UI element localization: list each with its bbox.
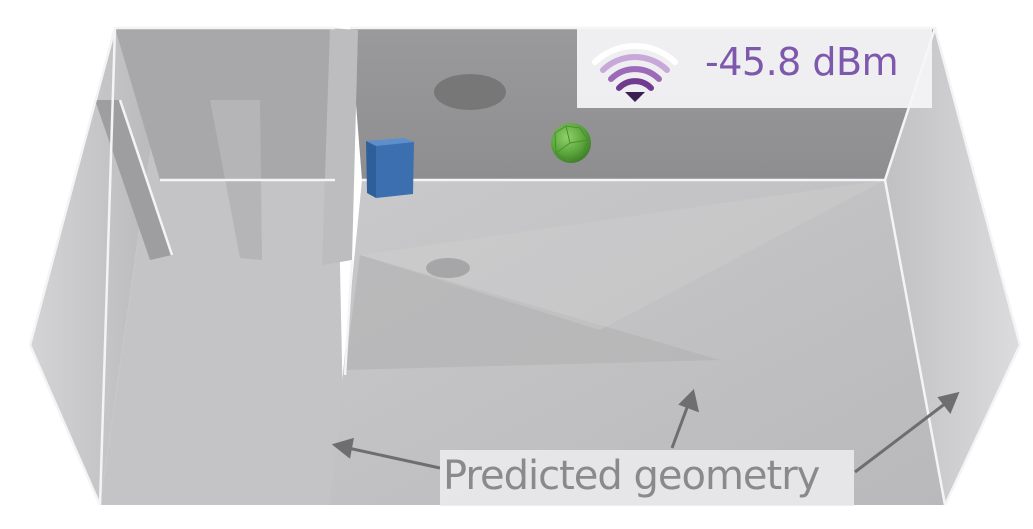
transmitter-cube bbox=[366, 138, 414, 198]
ceiling-shadow bbox=[434, 74, 506, 110]
predicted-geometry-label-box: Predicted geometry bbox=[440, 450, 854, 506]
receiver-sphere bbox=[551, 123, 591, 163]
predicted-geometry-label: Predicted geometry bbox=[443, 453, 820, 499]
signal-strength-panel: -45.8 dBm bbox=[577, 28, 932, 108]
floor-shadow bbox=[426, 258, 470, 278]
signal-strength-value: -45.8 dBm bbox=[705, 40, 899, 84]
wifi-signal-icon bbox=[592, 43, 678, 102]
